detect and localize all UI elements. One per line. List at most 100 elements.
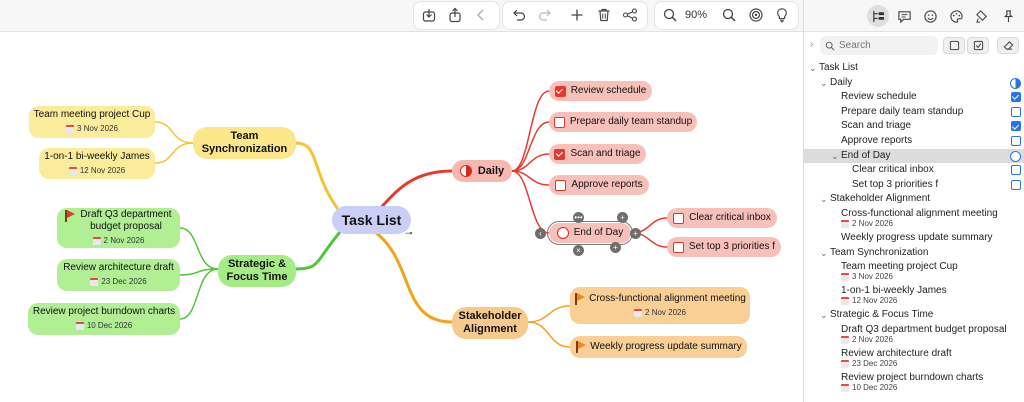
task-architecture-draft[interactable]: Review architecture draft 23 Dec 2026 xyxy=(57,259,180,291)
outline-row-weekly-summary[interactable]: Weekly progress update summary xyxy=(804,231,1024,246)
task-team-meeting[interactable]: Team meeting project Cup 3 Nov 2026 xyxy=(29,106,155,138)
task-weekly-summary[interactable]: Weekly progress update summary xyxy=(570,336,747,358)
task-prepare-standup[interactable]: Prepare daily team standup xyxy=(549,112,697,132)
outline-row-approve-reports[interactable]: Approve reports xyxy=(804,134,1024,149)
calendar-icon xyxy=(75,322,84,330)
back-icon[interactable] xyxy=(470,4,492,26)
collapse-left-icon[interactable]: ‹ xyxy=(535,228,546,239)
task-clear-inbox[interactable]: Clear critical inbox xyxy=(667,208,777,228)
task-set-priorities[interactable]: Set top 3 priorities f xyxy=(667,237,781,257)
format-icon[interactable] xyxy=(971,5,993,27)
add-icon[interactable] xyxy=(566,4,588,26)
outline-row-end-of-day[interactable]: ⌄ End of Day xyxy=(804,148,1024,164)
outline-row-team-meeting[interactable]: Team meeting project Cup 3 Nov 2026 xyxy=(804,260,1024,284)
central-topic[interactable]: Task List xyxy=(332,206,411,234)
add-sibling-icon[interactable]: + xyxy=(610,242,621,253)
outline-row-draft-q3[interactable]: Draft Q3 department budget proposal 2 No… xyxy=(804,323,1024,347)
focus-icon[interactable] xyxy=(745,4,767,26)
checkbox-icon[interactable] xyxy=(673,212,685,224)
zoom-in-icon[interactable] xyxy=(718,4,740,26)
task-label: Scan and triage xyxy=(570,148,641,159)
task-review-schedule[interactable]: Review schedule xyxy=(549,81,652,101)
topic-daily[interactable]: Daily xyxy=(452,160,512,182)
checkbox-icon[interactable] xyxy=(1011,106,1021,117)
due-date: 2 Nov 2026 xyxy=(92,235,144,247)
search-input[interactable] xyxy=(839,40,929,51)
outline-row-prepare-standup[interactable]: Prepare daily team standup xyxy=(804,105,1024,120)
outline-row-set-priorities[interactable]: Set top 3 priorities f xyxy=(804,178,1024,193)
export-icon[interactable] xyxy=(418,4,440,26)
filter-unchecked-button[interactable] xyxy=(943,37,965,54)
checkbox-icon[interactable] xyxy=(672,241,684,253)
outline-row-clear-inbox[interactable]: Clear critical inbox xyxy=(804,163,1024,178)
filter-checked-button[interactable] xyxy=(967,37,989,54)
topic-strategic[interactable]: Strategic & Focus Time xyxy=(218,255,296,287)
chevron-down-icon[interactable]: ⌄ xyxy=(820,246,828,261)
topic-stakeholder[interactable]: Stakeholder Alignment xyxy=(452,307,528,339)
calendar-icon xyxy=(634,308,643,317)
task-scan-triage[interactable]: Scan and triage xyxy=(549,144,646,164)
outline-row-burndown[interactable]: Review project burndown charts 10 Dec 20… xyxy=(804,371,1024,395)
idea-icon[interactable] xyxy=(771,4,793,26)
chevron-down-icon[interactable]: ⌄ xyxy=(820,76,828,91)
calendar-icon xyxy=(841,359,849,368)
task-approve-reports[interactable]: Approve reports xyxy=(549,175,649,195)
connect-icon[interactable] xyxy=(619,4,641,26)
chevron-down-icon[interactable]: ⌄ xyxy=(820,308,828,323)
outline-row-stakeholder[interactable]: ⌄ Stakeholder Alignment xyxy=(804,192,1024,207)
collapse-toggle-icon[interactable]: ⊸ xyxy=(405,228,413,239)
outline-row-one-on-one[interactable]: 1-on-1 bi-weekly James 12 Nov 2026 xyxy=(804,284,1024,308)
chevron-down-icon[interactable]: ⌄ xyxy=(820,192,828,207)
mind-map-canvas[interactable]: Task List ⊸ Daily Review schedule Prepar… xyxy=(0,32,803,402)
outline-row-scan-triage[interactable]: Scan and triage xyxy=(804,119,1024,134)
task-label: Team meeting project Cup xyxy=(33,109,151,120)
outline-icon[interactable] xyxy=(867,5,889,27)
redo-icon[interactable] xyxy=(534,4,556,26)
share-icon[interactable] xyxy=(444,4,466,26)
chevron-right-icon[interactable]: › xyxy=(810,39,813,50)
checked-checkbox-icon[interactable] xyxy=(1011,121,1021,132)
task-end-of-day[interactable]: End of Day xyxy=(547,221,633,245)
panel-tabs xyxy=(804,0,1024,32)
outline-row-review-schedule[interactable]: Review schedule xyxy=(804,90,1024,105)
task-cross-functional[interactable]: Cross-functional alignment meeting 2 Nov… xyxy=(570,287,750,324)
emoji-icon[interactable] xyxy=(919,5,941,27)
outline-row-strategic[interactable]: ⌄ Strategic & Focus Time xyxy=(804,308,1024,323)
checked-checkbox-icon[interactable] xyxy=(1011,92,1021,103)
task-one-on-one[interactable]: 1-on-1 bi-weekly James 12 Nov 2026 xyxy=(39,148,155,179)
remove-icon[interactable]: × xyxy=(573,245,584,256)
add-topic-icon[interactable]: + xyxy=(617,212,628,223)
outline-row-cross-functional[interactable]: Cross-functional alignment meeting 2 Nov… xyxy=(804,207,1024,231)
task-burndown[interactable]: Review project burndown charts 10 Dec 20… xyxy=(28,303,180,335)
checkbox-icon[interactable] xyxy=(1011,135,1021,146)
eraser-button[interactable] xyxy=(997,37,1019,54)
undo-icon[interactable] xyxy=(508,4,530,26)
checkbox-icon[interactable] xyxy=(555,179,567,191)
outline-row-arch-draft[interactable]: Review architecture draft 23 Dec 2026 xyxy=(804,347,1024,371)
chevron-down-icon[interactable]: ⌄ xyxy=(809,61,817,76)
topic-team-sync[interactable]: Team Synchronization xyxy=(193,127,296,159)
outline-row-team-sync[interactable]: ⌄ Team Synchronization xyxy=(804,246,1024,261)
trash-icon[interactable] xyxy=(593,4,615,26)
task-draft-q3[interactable]: Draft Q3 department budget proposal 2 No… xyxy=(57,208,180,248)
outline-row-daily[interactable]: ⌄ Daily xyxy=(804,76,1024,91)
search-box[interactable] xyxy=(820,36,938,55)
checkbox-icon[interactable] xyxy=(1011,165,1021,176)
main-toolbar: 90% xyxy=(0,0,803,32)
chevron-down-icon[interactable]: ⌄ xyxy=(831,149,839,164)
pin-icon[interactable] xyxy=(997,5,1019,27)
due-date: 2 Nov 2026 xyxy=(841,335,893,345)
style-icon[interactable] xyxy=(945,5,967,27)
outline-row-root[interactable]: ⌄ Task List xyxy=(804,61,1024,76)
more-icon[interactable]: ••• xyxy=(573,212,584,223)
zoom-out-icon[interactable] xyxy=(659,4,681,26)
checkbox-icon[interactable] xyxy=(553,116,565,128)
link-team-2 xyxy=(154,142,194,164)
comment-icon[interactable] xyxy=(893,5,915,27)
checked-checkbox-icon[interactable] xyxy=(554,85,566,97)
zoom-level[interactable]: 90% xyxy=(685,9,707,21)
checkbox-icon[interactable] xyxy=(1011,179,1021,190)
add-child-icon[interactable]: + xyxy=(630,228,641,239)
calendar-icon xyxy=(841,383,849,392)
checked-checkbox-icon[interactable] xyxy=(554,148,566,160)
